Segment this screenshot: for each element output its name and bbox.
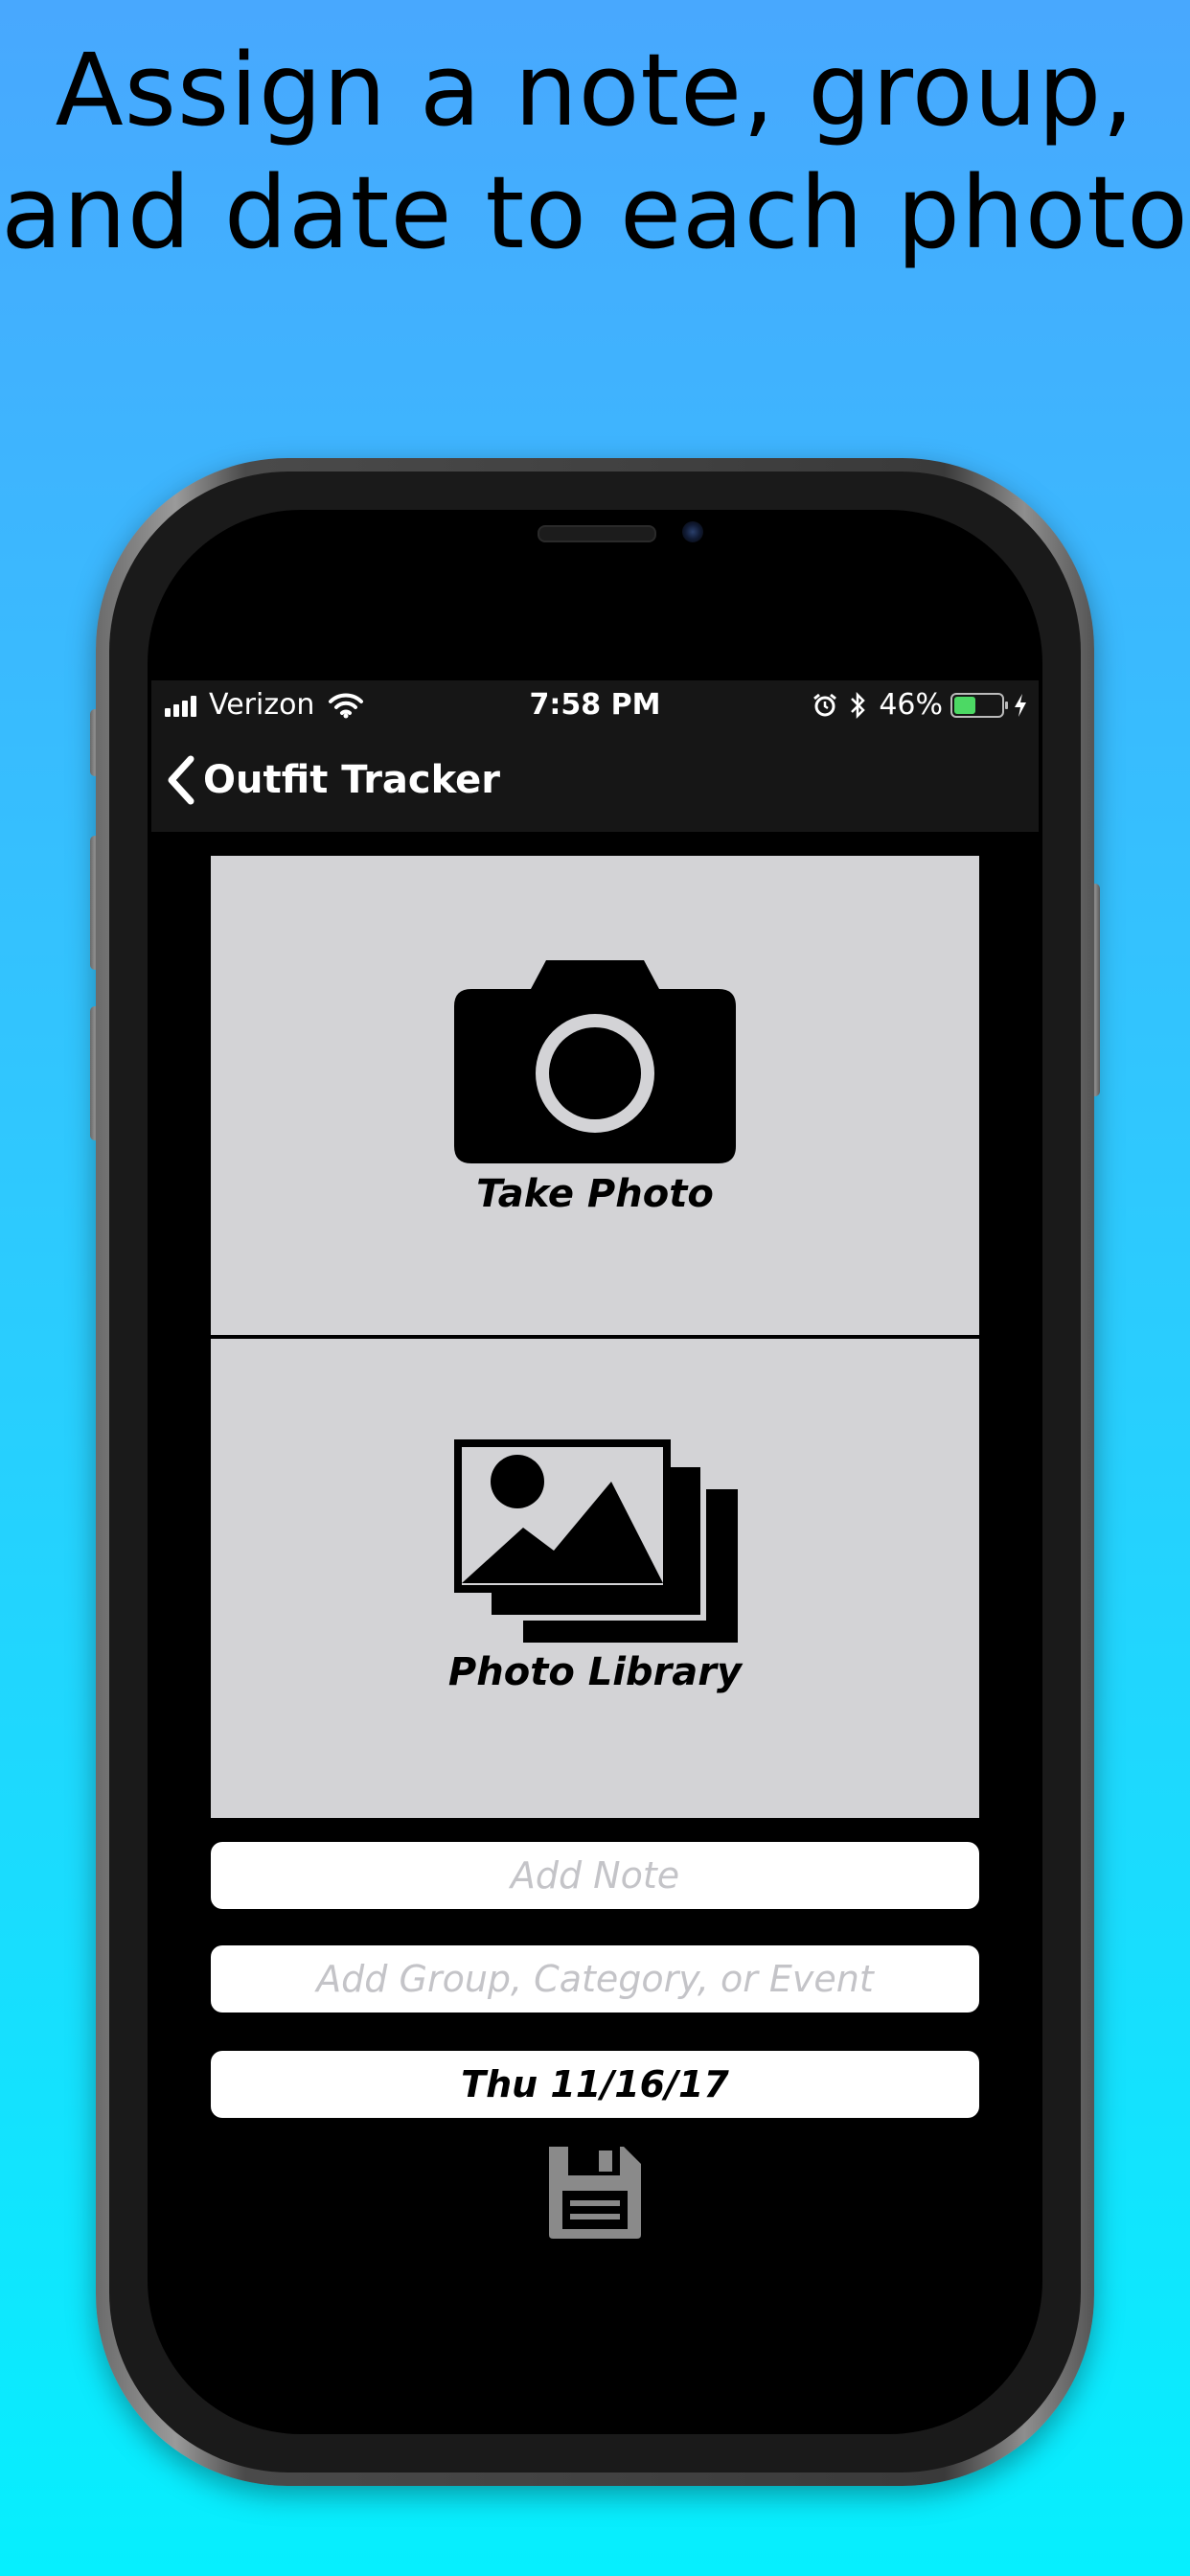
date-field[interactable]: Thu 11/16/17: [211, 2051, 979, 2118]
chevron-left-icon: [168, 755, 195, 805]
front-camera: [682, 521, 703, 542]
earpiece-speaker: [538, 525, 656, 542]
take-photo-button[interactable]: Take Photo: [211, 856, 979, 1335]
back-title: Outfit Tracker: [203, 758, 500, 802]
take-photo-label: Take Photo: [476, 1172, 714, 1216]
battery-fill: [954, 696, 976, 714]
app-screen: Verizon 7:58 PM 46% Outfit Tracker Take …: [151, 680, 1039, 2252]
headline-line-1: Assign a note, group,: [55, 32, 1135, 149]
battery-tip: [1005, 701, 1008, 709]
bluetooth-icon: [851, 691, 866, 719]
photo-library-label: Photo Library: [447, 1650, 743, 1694]
status-right: 46%: [812, 688, 1029, 722]
camera-icon: [454, 960, 736, 1163]
navigation-bar: Outfit Tracker: [151, 732, 1039, 832]
photo-stack-icon: [454, 1439, 738, 1643]
headline-line-2: and date to each photo: [1, 154, 1189, 271]
add-group-input[interactable]: [211, 1945, 979, 2012]
battery-icon: [950, 692, 1008, 718]
alarm-icon: [813, 693, 837, 716]
headline: Assign a note, group, and date to each p…: [0, 29, 1190, 274]
back-button[interactable]: Outfit Tracker: [165, 753, 500, 807]
battery-percent: 46%: [879, 688, 943, 722]
status-bar: Verizon 7:58 PM 46%: [151, 680, 1039, 732]
add-note-input[interactable]: [211, 1842, 979, 1909]
save-button[interactable]: [545, 2143, 645, 2242]
photo-library-button[interactable]: Photo Library: [211, 1339, 979, 1818]
floppy-disk-icon: [549, 2147, 641, 2239]
charging-bolt-icon: [1015, 693, 1026, 717]
